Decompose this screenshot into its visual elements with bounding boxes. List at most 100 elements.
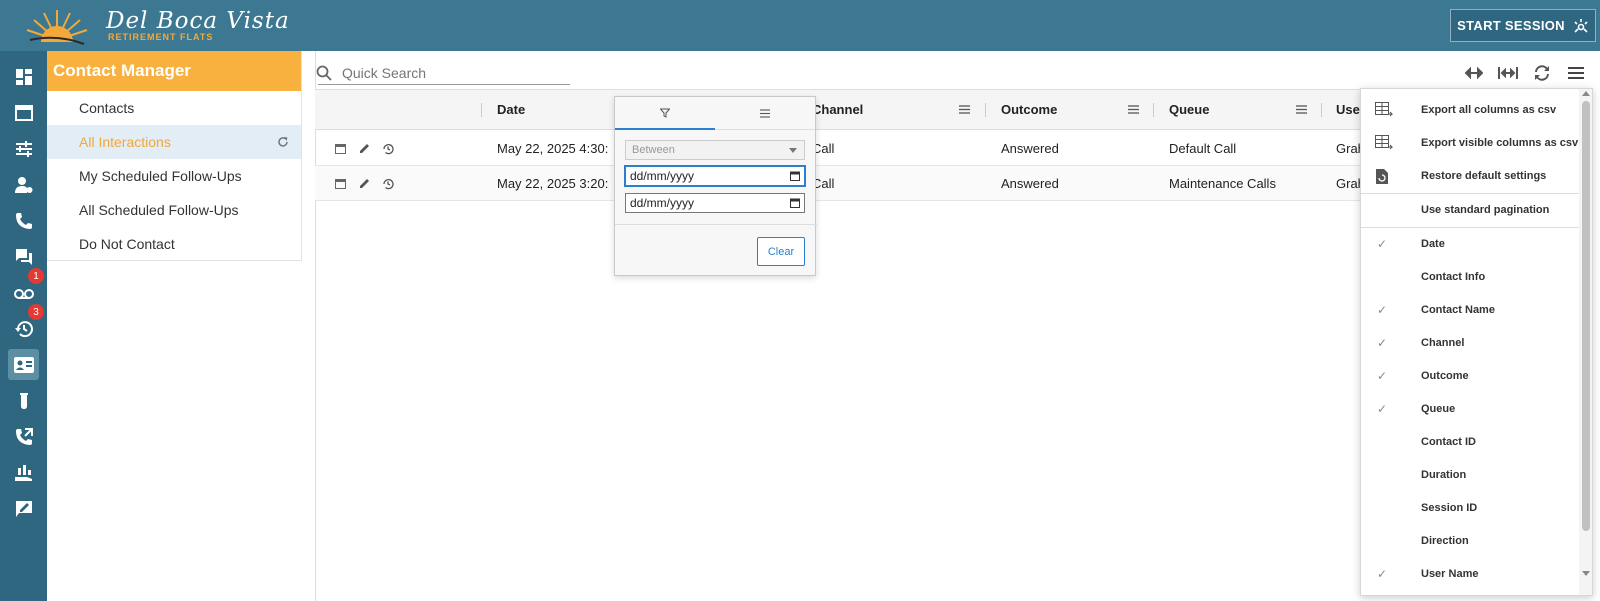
column-toggle-queue[interactable]: ✓ Queue: [1361, 393, 1579, 426]
scroll-down-icon[interactable]: [1582, 571, 1590, 576]
test-tube-icon[interactable]: [8, 385, 39, 416]
dropdown-arrow-icon: [789, 148, 797, 153]
sync-icon[interactable]: [1533, 64, 1551, 82]
column-toggle-contact-id[interactable]: Contact ID: [1361, 426, 1579, 459]
column-toggle-user-name[interactable]: ✓ User Name: [1361, 558, 1579, 591]
cell-date: May 22, 2025 3:20:51 PM: [497, 176, 609, 191]
dashboard-icon[interactable]: [8, 61, 39, 92]
sidebar-item-label: All Interactions: [79, 134, 171, 150]
date-from-field[interactable]: dd/mm/yyyy: [624, 165, 806, 187]
edit-icon[interactable]: [359, 178, 370, 189]
filter-icon: [660, 108, 670, 118]
sidebar-item-contacts[interactable]: Contacts: [47, 91, 301, 125]
column-toggle-label: Channel: [1421, 337, 1465, 349]
history-icon[interactable]: [382, 143, 394, 155]
standard-pagination-item[interactable]: Use standard pagination: [1361, 194, 1579, 227]
export-visible-label: Export visible columns as csv: [1421, 137, 1579, 149]
expand-columns-icon[interactable]: [1465, 64, 1483, 82]
stats-hand-icon[interactable]: [8, 457, 39, 488]
column-header-user[interactable]: User: [1336, 90, 1360, 130]
sidebar-item-my-scheduled-follow-ups[interactable]: My Scheduled Follow-Ups: [47, 159, 301, 193]
column-toggle-label: Outcome: [1421, 370, 1469, 382]
calendar-icon[interactable]: [335, 178, 346, 189]
tab-general[interactable]: [715, 97, 815, 130]
start-session-button[interactable]: START SESSION: [1450, 9, 1596, 42]
cell-user: Grah: [1336, 176, 1360, 191]
column-toggle-direction[interactable]: Direction: [1361, 525, 1579, 558]
grid-header: Date Channel Outcome Queue User: [315, 90, 1360, 130]
left-nav: 1 3: [0, 51, 47, 601]
fit-columns-icon[interactable]: [1498, 64, 1518, 82]
table-row[interactable]: May 22, 2025 4:30:50 PM Call Answered De…: [315, 131, 1360, 166]
edit-icon[interactable]: [359, 143, 370, 154]
restore-defaults-item[interactable]: Restore default settings: [1361, 160, 1579, 193]
brand-name: Del Boca Vista: [106, 8, 290, 34]
column-header-outcome[interactable]: Outcome: [1001, 90, 1057, 130]
column-toggle-label: Date: [1421, 238, 1445, 250]
voicemail-badge: 1: [28, 268, 44, 284]
clear-filter-button[interactable]: Clear: [757, 237, 805, 266]
brand-logo[interactable]: Del Boca Vista RETIREMENT FLATS: [22, 6, 289, 46]
search-icon: [316, 65, 332, 81]
calendar-icon[interactable]: [790, 198, 800, 208]
user-settings-icon[interactable]: [8, 169, 39, 200]
column-menu-icon[interactable]: [959, 104, 970, 115]
column-separator[interactable]: [1153, 103, 1154, 117]
phone-icon[interactable]: [8, 205, 39, 236]
phone-forward-icon[interactable]: [8, 421, 39, 452]
export-all-label: Export all columns as csv: [1421, 104, 1557, 116]
cell-user: Grah: [1336, 141, 1360, 156]
date-filter-popup: Between dd/mm/yyyy dd/mm/yyyy Clear: [614, 96, 817, 276]
brand-tagline: RETIREMENT FLATS: [108, 32, 214, 42]
restore-defaults-label: Restore default settings: [1421, 170, 1547, 182]
filter-divider: [615, 224, 817, 225]
sidebar-item-do-not-contact[interactable]: Do Not Contact: [47, 227, 301, 261]
column-menu-icon[interactable]: [1296, 104, 1307, 115]
tab-filter[interactable]: [615, 97, 715, 130]
sun-icon: [26, 10, 88, 45]
calendar-icon[interactable]: [335, 143, 346, 154]
cell-queue: Default Call: [1169, 141, 1237, 156]
column-separator[interactable]: [481, 103, 482, 117]
export-visible-csv-item[interactable]: Export visible columns as csv: [1361, 127, 1579, 160]
menu-icon[interactable]: [1567, 64, 1585, 82]
scroll-up-icon[interactable]: [1582, 91, 1590, 96]
column-toggle-session-id[interactable]: Session ID: [1361, 492, 1579, 525]
history-icon[interactable]: [382, 178, 394, 190]
feedback-icon[interactable]: [8, 493, 39, 524]
column-toggle-contact-name[interactable]: ✓ Contact Name: [1361, 294, 1579, 327]
column-toggle-duration[interactable]: Duration: [1361, 459, 1579, 492]
tune-icon[interactable]: [8, 133, 39, 164]
date-to-field[interactable]: dd/mm/yyyy: [625, 193, 805, 213]
column-menu-icon[interactable]: [1128, 104, 1139, 115]
sparkle-icon: [1574, 18, 1588, 33]
refresh-icon[interactable]: [277, 136, 289, 148]
column-toggle-contact-info[interactable]: Contact Info: [1361, 261, 1579, 294]
column-toggle-outcome[interactable]: ✓ Outcome: [1361, 360, 1579, 393]
export-all-csv-item[interactable]: Export all columns as csv: [1361, 94, 1579, 127]
file-restore-icon: [1376, 169, 1388, 184]
table-row[interactable]: May 22, 2025 3:20:51 PM Call Answered Ma…: [315, 166, 1360, 201]
column-header-date[interactable]: Date: [497, 90, 525, 130]
column-toggle-label: User Name: [1421, 568, 1479, 580]
interactions-grid: Date Channel Outcome Queue User May 22, …: [315, 89, 1360, 601]
column-toggle-channel[interactable]: ✓ Channel: [1361, 327, 1579, 360]
search-input[interactable]: [342, 65, 542, 81]
column-separator[interactable]: [1321, 103, 1322, 117]
menu-scrollbar[interactable]: [1579, 89, 1592, 595]
calendar-icon[interactable]: [790, 171, 800, 181]
contact-manager-sidebar: Contact Manager Contacts All Interaction…: [47, 51, 302, 261]
column-header-channel[interactable]: Channel: [812, 90, 863, 130]
sidebar-item-all-scheduled-follow-ups[interactable]: All Scheduled Follow-Ups: [47, 193, 301, 227]
column-toggle-label: Queue: [1421, 403, 1456, 415]
scrollbar-thumb[interactable]: [1582, 101, 1590, 531]
check-icon: ✓: [1377, 237, 1388, 251]
contact-card-icon[interactable]: [8, 349, 39, 380]
column-header-queue[interactable]: Queue: [1169, 90, 1209, 130]
filter-operator-value: Between: [632, 144, 675, 156]
filter-operator-select[interactable]: Between: [625, 140, 805, 160]
window-icon[interactable]: [8, 97, 39, 128]
column-toggle-date[interactable]: ✓ Date: [1361, 228, 1579, 261]
column-separator[interactable]: [985, 103, 986, 117]
sidebar-item-all-interactions[interactable]: All Interactions: [47, 125, 301, 159]
